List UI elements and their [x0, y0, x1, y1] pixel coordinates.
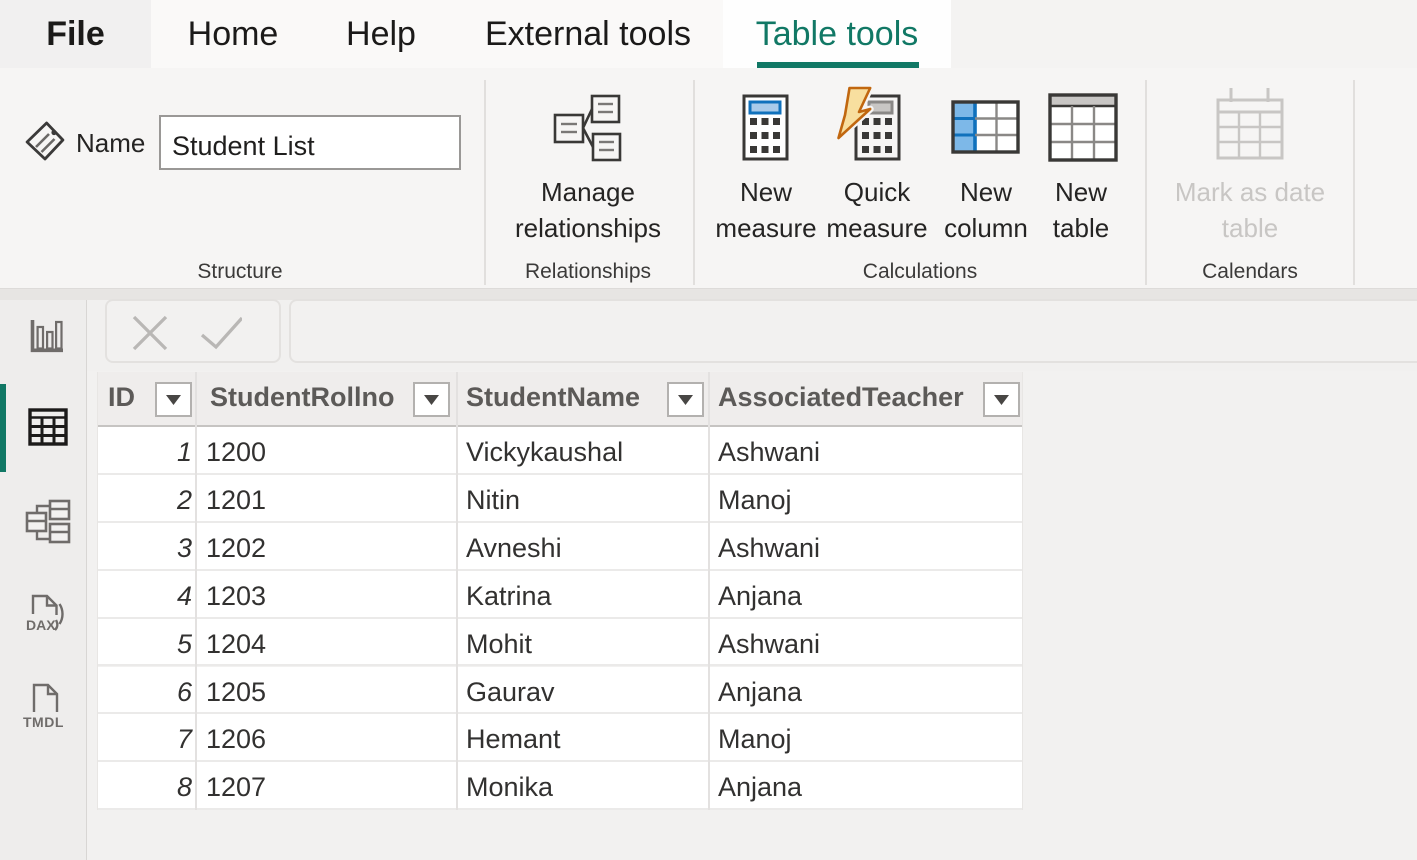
svg-text:TMDL: TMDL	[23, 714, 64, 730]
svg-text:DAX: DAX	[26, 617, 56, 633]
